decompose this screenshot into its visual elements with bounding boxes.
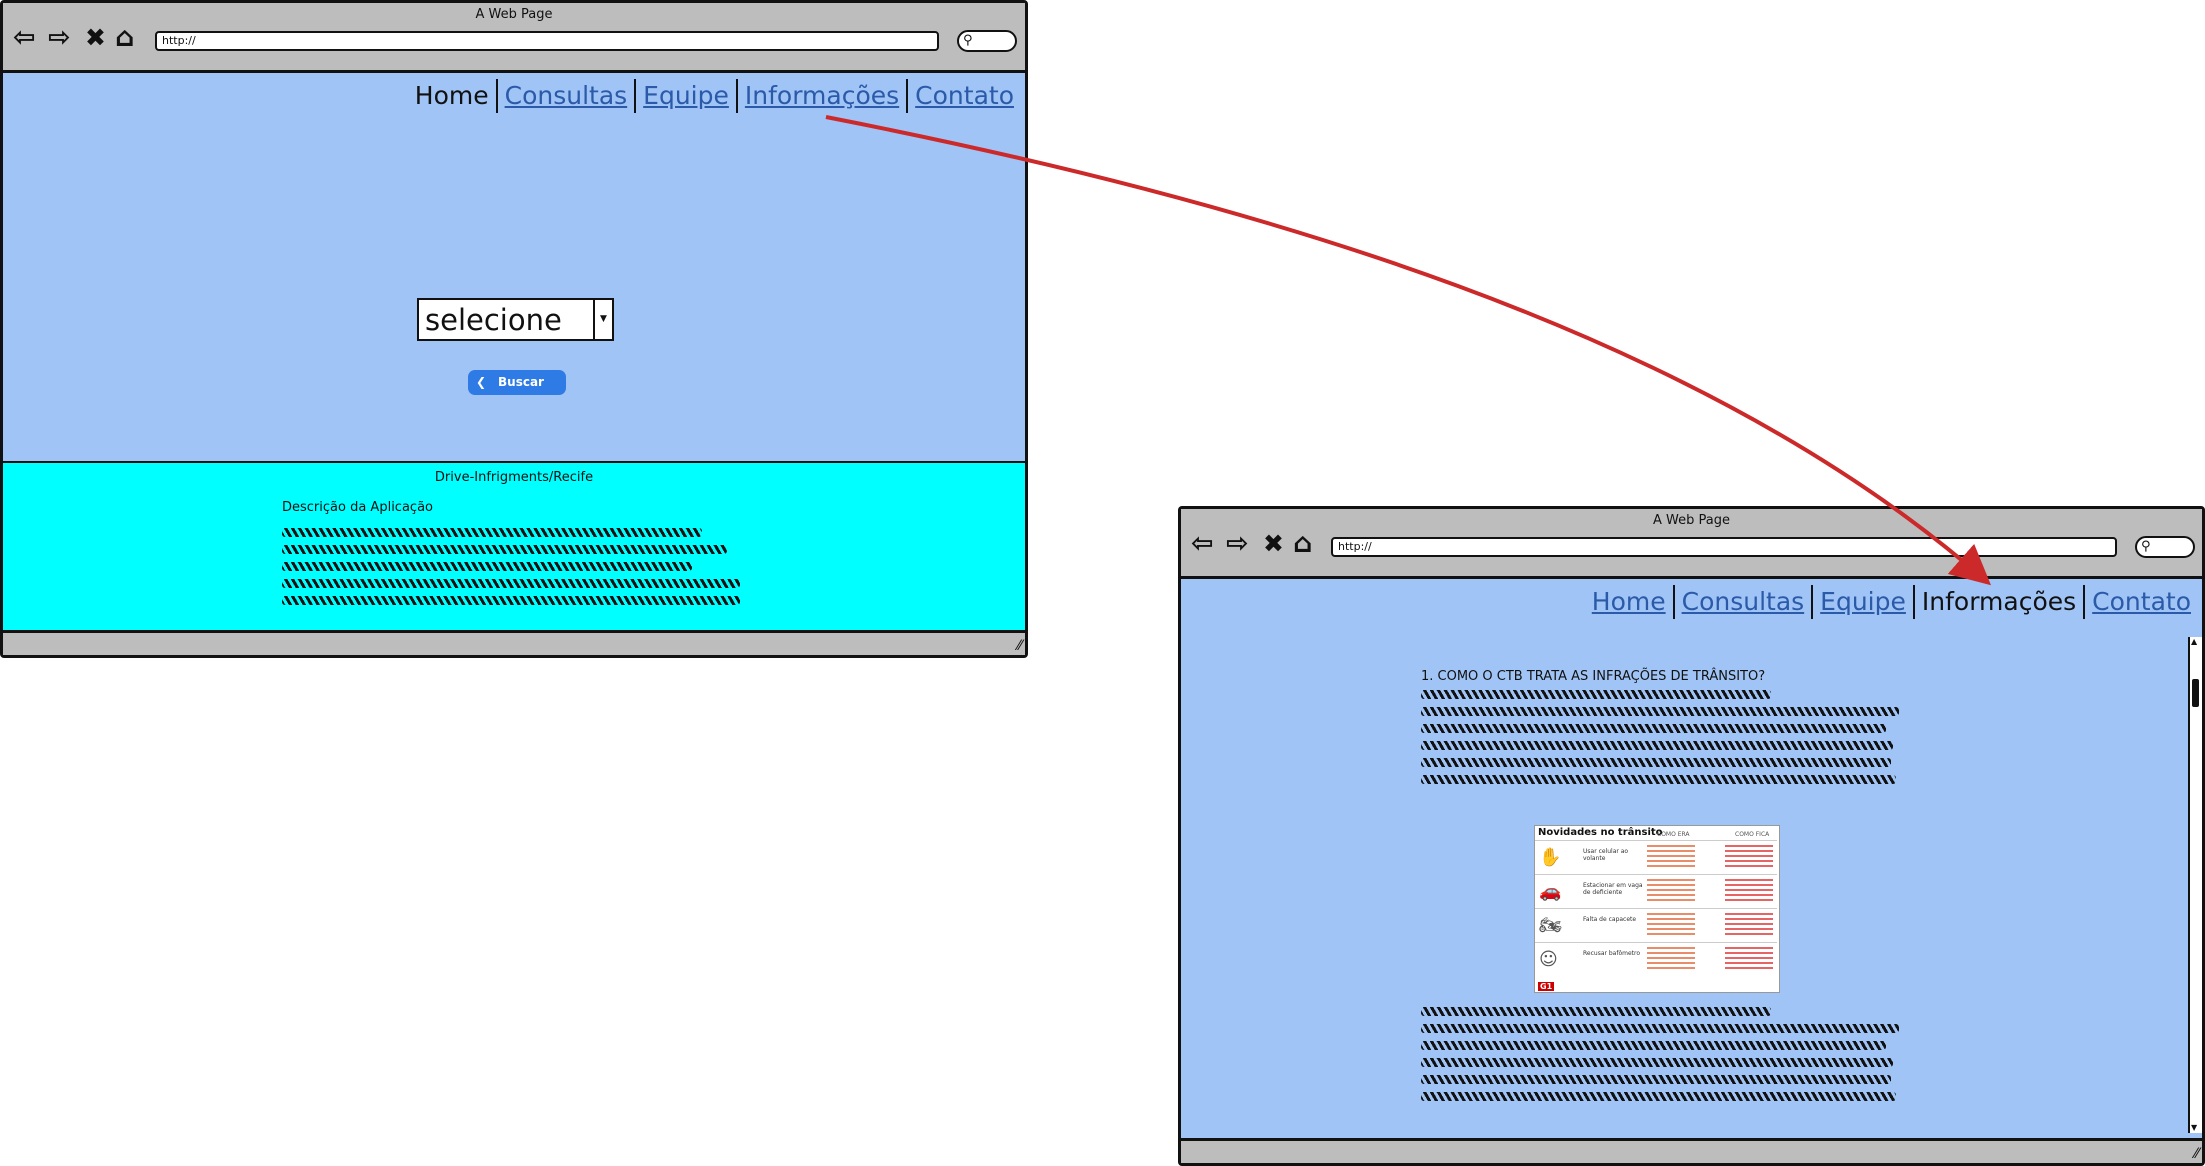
infraction-select[interactable]: selecione ▼ — [417, 298, 614, 341]
scroll-up-icon[interactable]: ▲ — [2191, 638, 2197, 646]
resize-grip-icon[interactable]: ⁄⁄ — [2194, 1147, 2199, 1161]
infographic-row: ☺ Recusar bafômetro — [1535, 942, 1777, 977]
browser-window-home: A Web Page ⇦ ⇨ ✖ ⌂ http:// ⚲ Home Consul… — [0, 0, 1028, 658]
infographic-col-after: COMO FICA — [1735, 831, 1770, 838]
address-bar[interactable]: http:// — [155, 31, 939, 51]
status-bar: ⁄⁄ — [1181, 1138, 2202, 1163]
home-icon[interactable]: ⌂ — [1293, 529, 1312, 559]
scroll-down-icon[interactable]: ▼ — [2191, 1124, 2197, 1132]
placeholder-text — [1421, 1007, 1901, 1101]
browser-toolbar: A Web Page ⇦ ⇨ ✖ ⌂ http:// ⚲ — [1181, 509, 2202, 579]
search-icon: ⚲ — [2141, 539, 2151, 554]
window-title: A Web Page — [1653, 513, 1730, 528]
info-content-continued — [1421, 1007, 1901, 1109]
footer: Drive-Infrigments/Recife Descrição da Ap… — [3, 461, 1025, 634]
g1-logo: G1 — [1538, 982, 1555, 991]
infographic-title: Novidades no trânsito — [1538, 827, 1663, 838]
menu-item-home[interactable]: Home — [408, 79, 496, 113]
phone-hand-icon: ✋ — [1539, 847, 1562, 868]
infographic-image: Novidades no trânsito COMO ERA COMO FICA… — [1534, 825, 1780, 993]
forward-arrow-icon[interactable]: ⇨ — [1226, 529, 1249, 559]
close-icon[interactable]: ✖ — [1263, 529, 1284, 559]
motorcycle-icon: 🏍 — [1539, 915, 1562, 936]
infographic-row: 🚗 Estacionar em vaga de deficiente — [1535, 874, 1777, 909]
scroll-thumb[interactable] — [2192, 679, 2199, 707]
infographic-row-label: Falta de capacete — [1583, 916, 1637, 923]
nav-menu: Home Consultas Equipe Informações Contat… — [408, 79, 1021, 113]
window-title: A Web Page — [475, 7, 553, 22]
section-heading: 1. COMO O CTB TRATA AS INFRAÇÕES DE TRÂN… — [1421, 669, 1766, 684]
menu-item-consultas[interactable]: Consultas — [1675, 585, 1812, 619]
menu-item-consultas[interactable]: Consultas — [498, 79, 635, 113]
footer-title: Drive-Infrigments/Recife — [434, 470, 594, 485]
menu-item-informacoes[interactable]: Informações — [1915, 585, 2083, 619]
menu-item-contato[interactable]: Contato — [2085, 585, 2198, 619]
status-bar: ⁄⁄ — [3, 630, 1025, 655]
address-bar[interactable]: http:// — [1331, 537, 2117, 557]
vertical-scrollbar[interactable]: ▲ ▼ — [2188, 637, 2202, 1133]
browser-toolbar: A Web Page ⇦ ⇨ ✖ ⌂ http:// ⚲ — [3, 3, 1025, 73]
menu-item-informacoes[interactable]: Informações — [738, 79, 906, 113]
menu-item-home[interactable]: Home — [1585, 585, 1673, 619]
menu-item-equipe[interactable]: Equipe — [636, 79, 736, 113]
infographic-row-label: Recusar bafômetro — [1583, 950, 1641, 957]
back-arrow-icon[interactable]: ⇦ — [13, 23, 36, 53]
select-value: selecione — [425, 303, 562, 337]
infographic-col-before: COMO ERA — [1657, 831, 1690, 838]
infographic-row: ✋ Usar celular ao volante — [1535, 840, 1777, 875]
menu-item-contato[interactable]: Contato — [908, 79, 1021, 113]
breathalyzer-icon: ☺ — [1539, 949, 1558, 970]
footer-subtitle: Descrição da Aplicação — [282, 500, 433, 515]
infographic-row-label: Usar celular ao volante — [1583, 848, 1629, 862]
resize-grip-icon[interactable]: ⁄⁄ — [1017, 639, 1022, 653]
search-icon: ⚲ — [963, 33, 973, 48]
infographic-row-label: Estacionar em vaga de deficiente — [1583, 882, 1643, 896]
info-content: 1. COMO O CTB TRATA AS INFRAÇÕES DE TRÂN… — [1421, 669, 1901, 792]
forward-arrow-icon[interactable]: ⇨ — [48, 23, 71, 53]
placeholder-text — [1421, 690, 1901, 784]
infographic-row: 🏍 Falta de capacete — [1535, 908, 1777, 943]
browser-window-informacoes: A Web Page ⇦ ⇨ ✖ ⌂ http:// ⚲ Home Consul… — [1178, 506, 2205, 1166]
search-button-label: Buscar — [498, 375, 544, 389]
home-icon[interactable]: ⌂ — [115, 23, 134, 53]
nav-menu: Home Consultas Equipe Informações Contat… — [1585, 585, 2198, 619]
search-field[interactable]: ⚲ — [957, 30, 1017, 52]
search-field[interactable]: ⚲ — [2135, 536, 2195, 558]
back-arrow-icon[interactable]: ⇦ — [1191, 529, 1214, 559]
placeholder-text — [282, 528, 740, 613]
close-icon[interactable]: ✖ — [85, 23, 106, 53]
menu-item-equipe[interactable]: Equipe — [1813, 585, 1913, 619]
car-icon: 🚗 — [1539, 881, 1562, 902]
chevron-down-icon[interactable]: ▼ — [593, 300, 612, 339]
search-button[interactable]: ❮ Buscar — [468, 370, 566, 395]
